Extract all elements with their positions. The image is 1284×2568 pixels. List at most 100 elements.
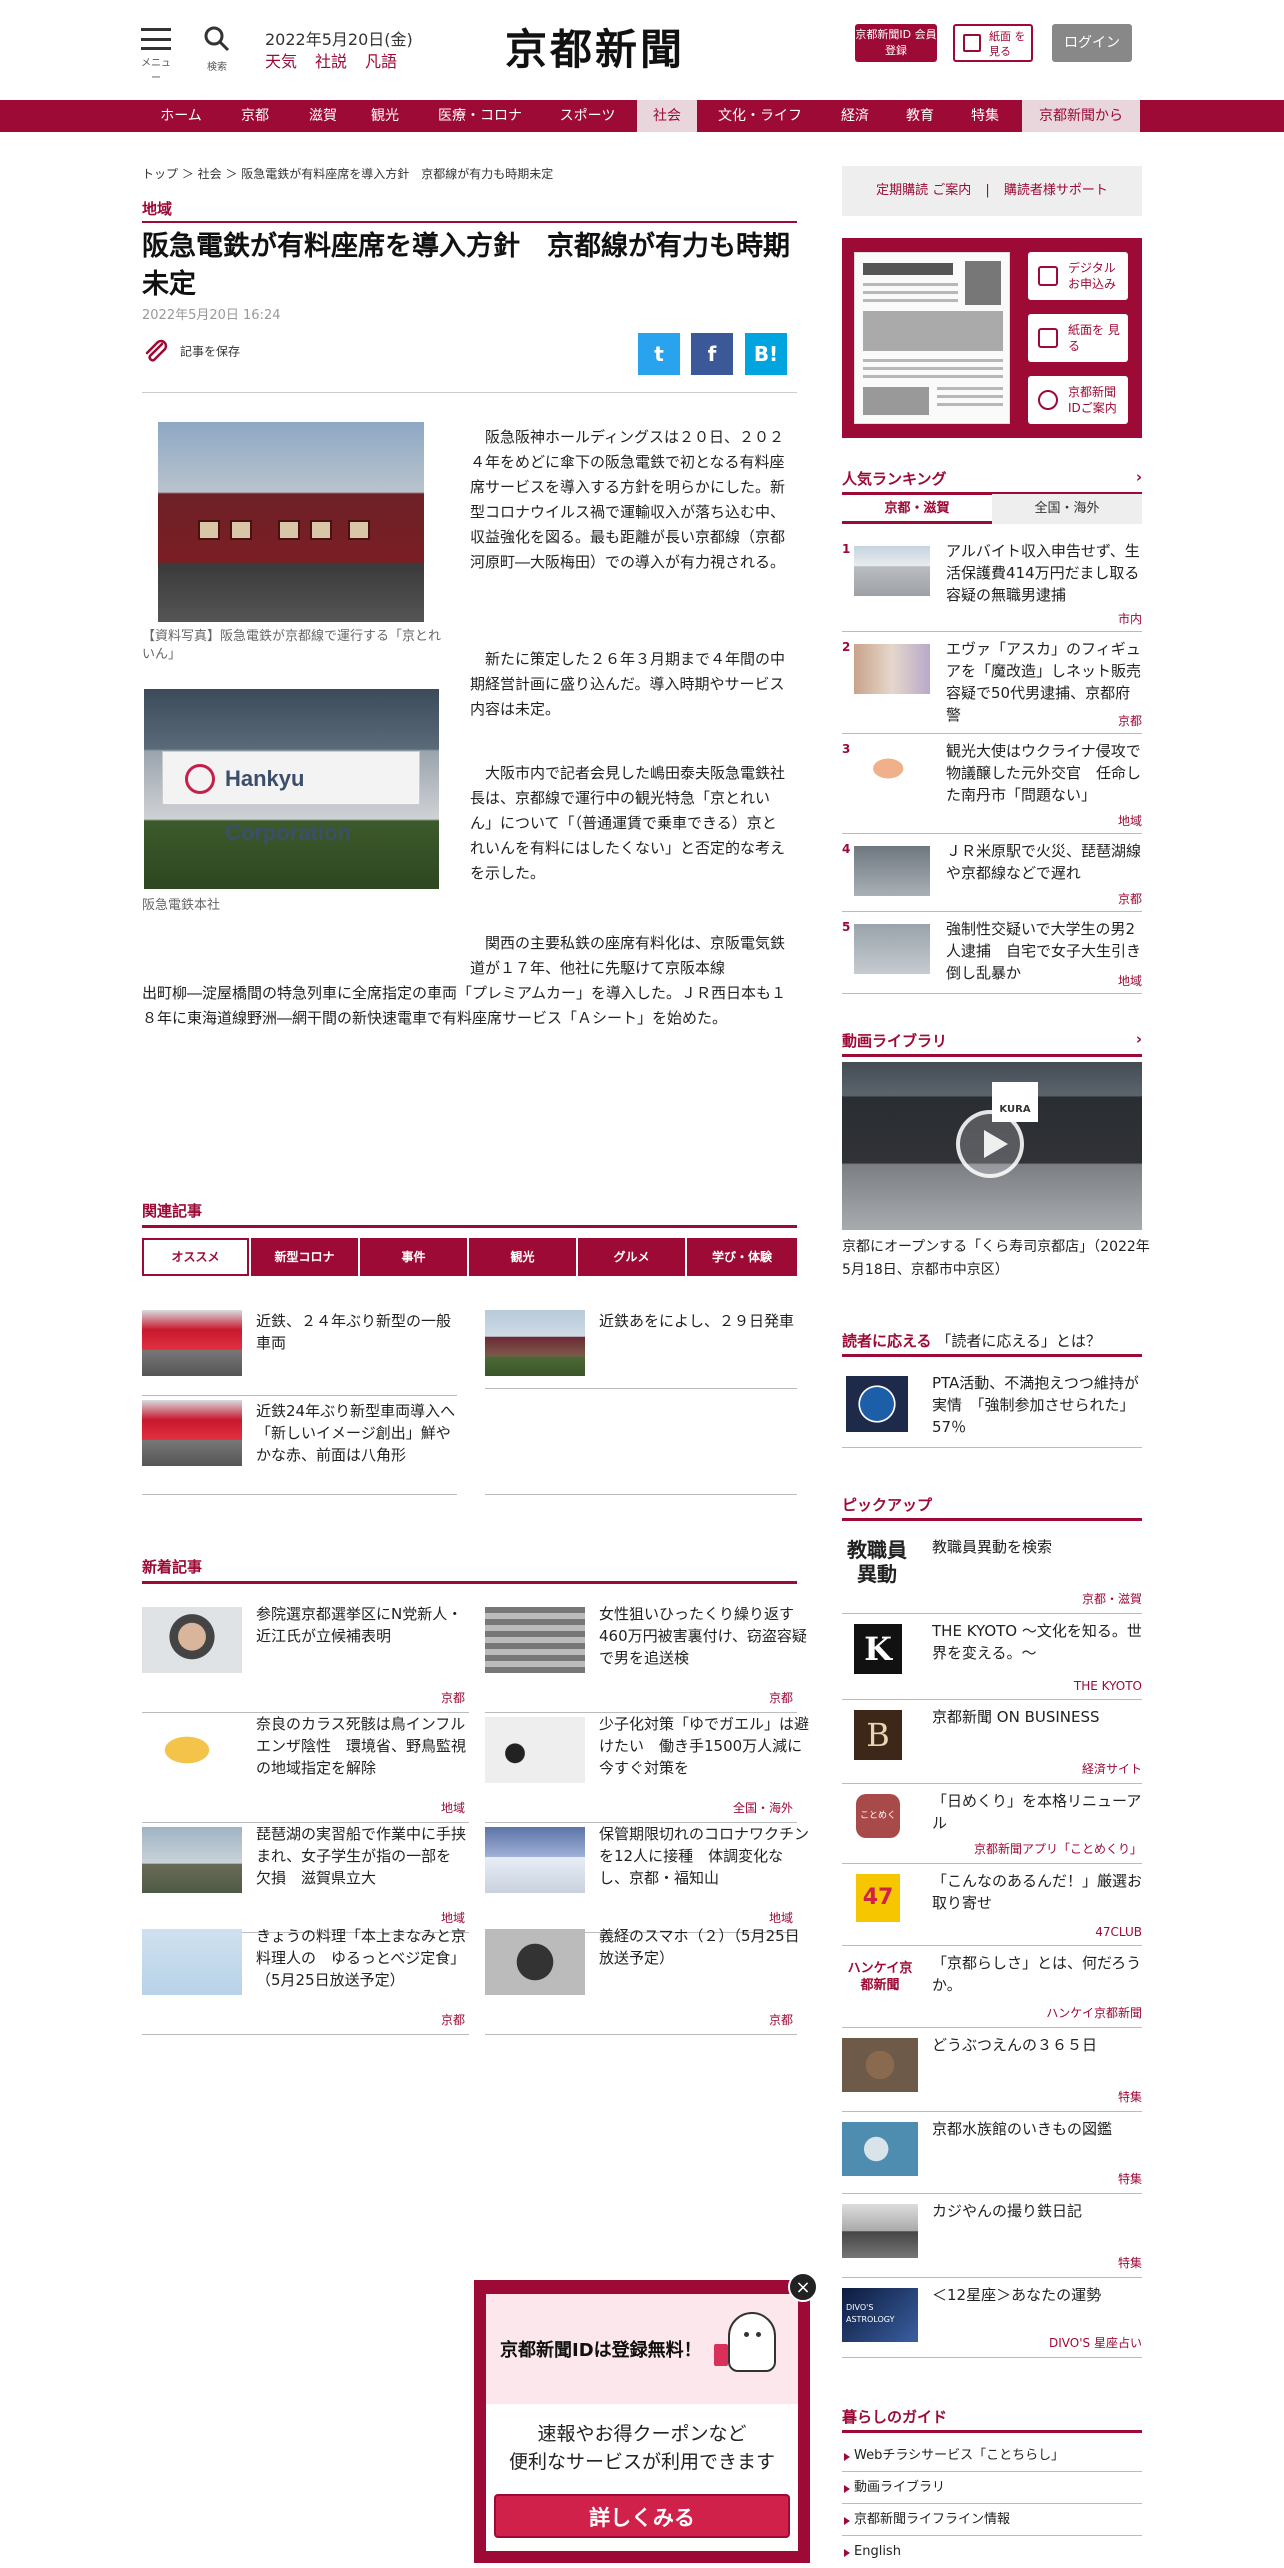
ranking-tab-kyoto-shiga[interactable]: 京都・滋賀 (842, 494, 992, 524)
photo-caption: 【資料写真】阪急電鉄が京都線で運行する「京とれいん」 (142, 629, 442, 662)
pickup-item[interactable]: どうぶつえんの３６５日 特集 (842, 2028, 1142, 2112)
news-item[interactable]: 琵琶湖の実習船で作業中に手挟まれ、女子学生が指の一部を欠損 滋賀県立大 地域 (142, 1823, 469, 1933)
video-caption[interactable]: 京都にオープンする「くら寿司京都店」（2022年5月18日、京都市中京区） (842, 1236, 1152, 1282)
news-item[interactable]: 義経のスマホ（２）（5月25日放送予定） 京都 (485, 1925, 800, 2035)
view-paper-button[interactable]: 紙面を 見る (1028, 314, 1128, 362)
ranking-tab-national[interactable]: 全国・海外 (992, 494, 1142, 524)
nav-item-sports[interactable]: スポーツ (545, 100, 630, 132)
reader-item[interactable]: PTA活動、不満抱えつつ維持が実情 「強制参加させられた」57％ (842, 1366, 1142, 1448)
hatena-share-button[interactable]: B! (745, 333, 787, 375)
news-area: 京都 (440, 2013, 465, 2027)
news-item[interactable]: 保管期限切れのコロナワクチンを12人に接種 体調変化なし、京都・福知山 地域 (485, 1823, 809, 1933)
subscribe-link[interactable]: 定期購読 ご案内 (876, 183, 971, 198)
nav-item-feature[interactable]: 特集 (955, 100, 1015, 132)
hq-photo[interactable]: Hankyu Corporation (144, 689, 439, 889)
news-item[interactable]: きょうの料理「本上まなみと京料理人の ゆるっとべジ定食」（5月25日放送予定） … (142, 1925, 469, 2035)
nav-item-from-kyoto[interactable]: 京都新聞から (1022, 100, 1140, 132)
menu-button[interactable]: メニュー (140, 28, 172, 84)
nav-item-medical[interactable]: 医療・コロナ (425, 100, 535, 132)
nav-item-culture[interactable]: 文化・ライフ (705, 100, 815, 132)
weather-link[interactable]: 天気 (265, 52, 297, 71)
subscriber-support-link[interactable]: 購読者様サポート (1004, 183, 1108, 198)
pickup-item[interactable]: 47 「こんなのあるんだ！」厳選お取り寄せ 47CLUB (842, 1864, 1142, 1946)
editorial-link[interactable]: 社説 (315, 52, 347, 71)
tab-recommend[interactable]: オススメ (142, 1238, 249, 1276)
pickup-sub: 特集 (1117, 2256, 1142, 2270)
twitter-share-button[interactable]: t (638, 333, 680, 375)
guide-heading: 暮らしのガイド (842, 2406, 1142, 2433)
ranking-thumb (854, 924, 930, 974)
ranking-item-text: アルバイト収入申告せず、生活保護費414万円だまし取る 容疑の無職男逮捕 (946, 542, 1155, 604)
pickup-item[interactable]: カジやんの撮り鉄日記 特集 (842, 2194, 1142, 2278)
related-item[interactable]: 近鉄24年ぶり新型車両導入へ「新しいイメージ創出」鮮やかな赤、前面は八角形 (142, 1400, 457, 1490)
popup-description: 速報やお得クーポンなど 便利なサービスが利用できます (486, 2420, 798, 2476)
search-icon (204, 26, 230, 52)
article-paragraph: 出町柳―淀屋橋間の特急列車に全席指定の車両「プレミアムカー」を導入した。ＪＲ西日… (142, 984, 786, 1027)
article-paragraph: 新たに策定した２６年３月期まで４年間の中期経営計画に盛り込んだ。導入時期やサービ… (470, 650, 786, 718)
nav-item-kanko[interactable]: 観光 (355, 100, 415, 132)
news-item[interactable]: 参院選京都選挙区にN党新人・近江氏が立候補表明 京都 (142, 1603, 469, 1713)
video-heading[interactable]: 動画ライブラリ › (842, 1030, 1142, 1057)
nav-item-economy[interactable]: 経済 (825, 100, 885, 132)
digital-apply-button[interactable]: デジタル お申込み (1028, 252, 1128, 300)
search-button[interactable]: 検索 (202, 26, 232, 73)
tab-corona[interactable]: 新型コロナ (251, 1238, 358, 1276)
tab-learning[interactable]: 学び・体験 (687, 1238, 797, 1276)
facebook-share-button[interactable]: f (691, 333, 733, 375)
id-info-button[interactable]: 京都新聞 IDご案内 (1028, 376, 1128, 424)
article-paragraph: 関西の主要私鉄の座席有料化は、京阪電気鉄道が１７年、他社に先駆けて京阪本線 (470, 934, 786, 977)
video-player[interactable]: KURA (842, 1062, 1142, 1230)
guide-link[interactable]: 京都新聞ライフライン情報 (842, 2504, 1142, 2536)
paper-view-button[interactable]: 紙面 を見る (953, 24, 1033, 62)
reader-heading[interactable]: 読者に応える 「読者に応える」とは？ (842, 1330, 1142, 1357)
tab-kanko[interactable]: 観光 (469, 1238, 576, 1276)
news-item[interactable]: 奈良のカラス死骸は鳥インフルエンザ陰性 環境省、野鳥監視の地域指定を解除 地域 (142, 1713, 469, 1823)
nav-item-shiga[interactable]: 滋賀 (293, 100, 353, 132)
sign-text: Hankyu Corporation (225, 766, 351, 845)
guide-link[interactable]: English (842, 2536, 1142, 2566)
ranking-item-text: エヴァ「アスカ」のフィギュアを「魔改造」しネット販売 容疑で50代男逮捕、京都府… (946, 640, 1157, 724)
ranking-item[interactable]: 4 ＪＲ米原駅で火災、琵琶湖線や京都線などで遅れ 京都 (842, 838, 1142, 912)
pickup-item[interactable]: 教職員異動 教職員異動を検索 京都・滋賀 (842, 1530, 1142, 1614)
nav-item-kyoto[interactable]: 京都 (225, 100, 285, 132)
paper-icon (1038, 328, 1058, 348)
pickup-item-text: 「日めくり」を本格リニューアル (932, 1792, 1142, 1832)
ranking-item[interactable]: 2 エヴァ「アスカ」のフィギュアを「魔改造」しネット販売 容疑で50代男逮捕、京… (842, 636, 1157, 734)
breadcrumb[interactable]: トップ ＞ 社会 ＞ 阪急電鉄が有料座席を導入方針 京都線が有力も時期未定 (142, 165, 553, 182)
popup-details-button[interactable]: 詳しくみる (494, 2494, 790, 2538)
guide-link[interactable]: 動画ライブラリ (842, 2472, 1142, 2504)
pickup-item[interactable]: K THE KYOTO ～文化を知る。世界を変える。～ THE KYOTO (842, 1614, 1142, 1700)
related-item[interactable]: 近鉄、２４年ぶり新型の一般車両 (142, 1310, 457, 1376)
pickup-item[interactable]: 京都水族館のいきもの図鑑 特集 (842, 2112, 1142, 2194)
pickup-item-text: ＜12星座＞あなたの運勢 (932, 2286, 1102, 2304)
pickup-item[interactable]: DIVO'S ASTROLOGY ＜12星座＞あなたの運勢 DIVO'S 星座占… (842, 2278, 1142, 2358)
category-label[interactable]: 地域 (142, 198, 797, 223)
play-icon[interactable] (956, 1110, 1024, 1178)
news-item[interactable]: 少子化対策「ゆでガエル」は避けたい 働き手1500万人減に今すぐ対策を 全国・海… (485, 1713, 809, 1823)
reader-about-link[interactable]: 「読者に応える」とは？ (936, 1332, 1101, 1350)
guide-link[interactable]: Webチラシサービス「ことちらし」 (842, 2440, 1142, 2472)
login-button[interactable]: ログイン (1052, 24, 1132, 62)
news-item[interactable]: 女性狙いひったくり繰り返す 460万円被害裏付け、窃盗容疑で男を追送検 京都 (485, 1603, 809, 1713)
train-photo[interactable] (158, 422, 424, 622)
close-icon[interactable]: × (788, 2272, 818, 2302)
fuuyu-link[interactable]: 凡語 (365, 52, 397, 71)
ranking-heading[interactable]: 人気ランキング › (842, 468, 1142, 495)
related-item[interactable]: 近鉄あをによし、２９日発車 (485, 1310, 800, 1376)
news-area: 地域 (440, 1801, 465, 1815)
nav-item-home[interactable]: ホーム (145, 100, 217, 132)
pickup-item[interactable]: ハンケイ京都新聞 「京都らしさ」とは、何だろうか。 ハンケイ京都新聞 (842, 1946, 1142, 2028)
ranking-item[interactable]: 3 観光大使はウクライナ侵攻で物議醸した元外交官 任命した南丹市「問題ない」 地… (842, 738, 1142, 834)
id-register-button[interactable]: 京都新聞ID 会員登録 (855, 24, 937, 62)
tab-gourmet[interactable]: グルメ (578, 1238, 685, 1276)
nav-item-education[interactable]: 教育 (890, 100, 950, 132)
site-logo[interactable]: 京都新聞 (505, 16, 685, 77)
ranking-item[interactable]: 5 強制性交疑いで大学生の男2人逮捕 自宅で女子大生引き倒し乱暴か 地域 (842, 916, 1142, 994)
paper-thumbnail[interactable] (854, 252, 1010, 424)
pickup-item[interactable]: ことめくり 「日めくり」を本格リニューアル 京都新聞アプリ「ことめくり」 (842, 1784, 1142, 1864)
save-article-button[interactable]: 記事を保存 (142, 338, 240, 366)
ranking-item[interactable]: 1 アルバイト収入申告せず、生活保護費414万円だまし取る 容疑の無職男逮捕 市… (842, 538, 1155, 632)
nav-item-society[interactable]: 社会 (637, 100, 697, 132)
tab-incident[interactable]: 事件 (360, 1238, 467, 1276)
pickup-item[interactable]: B 京都新聞 ON BUSINESS 経済サイト (842, 1700, 1142, 1784)
